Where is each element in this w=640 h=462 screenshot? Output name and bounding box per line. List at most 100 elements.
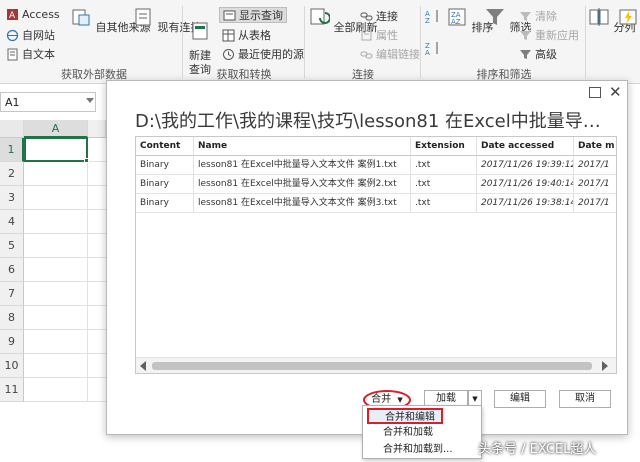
cancel-button[interactable]: 取消 xyxy=(559,390,611,408)
column-header-date-accessed[interactable]: Date accessed xyxy=(477,137,574,156)
svg-text:Z: Z xyxy=(425,17,430,24)
show-queries-label: 显示查询 xyxy=(239,9,283,22)
row-header[interactable]: 10 xyxy=(0,354,24,378)
recent-sources-label: 最近使用的源 xyxy=(238,48,304,61)
row-header[interactable]: 4 xyxy=(0,210,24,234)
column-header-content[interactable]: Content xyxy=(136,137,194,156)
from-access-label: Access xyxy=(22,8,60,21)
table-cell-content[interactable]: Binary xyxy=(136,156,194,175)
clear-filter-button[interactable]: 清除 xyxy=(519,8,557,24)
connections-label: 连接 xyxy=(376,10,398,23)
filter-button[interactable]: 筛选 xyxy=(484,6,532,35)
filter-icon xyxy=(486,9,504,25)
other-sources-button[interactable]: 自其他来源 xyxy=(70,6,151,35)
other-sources-icon xyxy=(72,9,90,26)
edit-links-button[interactable]: 编辑链接 xyxy=(360,46,420,62)
table-icon xyxy=(222,29,235,41)
show-queries-icon xyxy=(223,10,236,20)
column-header-extension[interactable]: Extension xyxy=(411,137,477,156)
combine-label: 合并 xyxy=(371,394,392,405)
flash-fill-icon xyxy=(619,9,637,25)
svg-text:A: A xyxy=(9,11,16,21)
table-cell-name[interactable]: lesson81 在Excel中批量导入文本文件 案例3.txt xyxy=(194,194,411,213)
column-header-name[interactable]: Name xyxy=(194,137,411,156)
menu-item-label: 合并和编辑 xyxy=(385,412,435,423)
selected-cell-a1[interactable] xyxy=(24,137,88,162)
row-header[interactable]: 8 xyxy=(0,306,24,330)
table-cell-date-modified[interactable]: 2017/1 xyxy=(574,175,616,194)
table-cell-extension[interactable]: .txt xyxy=(411,175,477,194)
sort-button[interactable]: ZA AZ 排序 xyxy=(446,6,494,35)
clear-filter-label: 清除 xyxy=(535,10,557,23)
table-cell-content[interactable]: Binary xyxy=(136,194,194,213)
show-queries-button[interactable]: 显示查询 xyxy=(219,7,287,23)
recent-sources-icon xyxy=(223,48,234,60)
ribbon: A Access 自网站 自文本 自其他来源 现有连接 获取外部数据 新建 查询… xyxy=(0,0,640,84)
properties-button[interactable]: 属性 xyxy=(360,27,398,43)
row-header[interactable]: 11 xyxy=(0,378,24,402)
sort-ascending-button[interactable]: AZ xyxy=(425,8,441,24)
refresh-all-button[interactable]: 全部刷新 xyxy=(308,6,378,35)
row-header[interactable]: 1 xyxy=(0,138,24,162)
fill-handle[interactable] xyxy=(84,158,89,163)
reapply-button[interactable]: 重新应用 xyxy=(519,27,579,43)
column-header-date-modified[interactable]: Date m xyxy=(574,137,616,156)
row-header[interactable]: 2 xyxy=(0,162,24,186)
scroll-right-icon[interactable] xyxy=(602,361,608,371)
existing-connections-button[interactable]: 现有连接 xyxy=(132,6,202,35)
row-header[interactable]: 7 xyxy=(0,282,24,306)
table-cell-date-accessed[interactable]: 2017/11/26 19:39:12 xyxy=(477,156,574,175)
watermark: 头条号 / EXCEL超人 xyxy=(478,442,597,457)
table-cell-date-accessed[interactable]: 2017/11/26 19:40:14 xyxy=(477,175,574,194)
sort-descending-button[interactable]: ZA xyxy=(425,40,441,56)
column-header[interactable] xyxy=(88,120,106,138)
row-header[interactable]: 9 xyxy=(0,330,24,354)
advanced-filter-icon xyxy=(520,49,531,59)
column-header-a[interactable]: A xyxy=(24,120,88,138)
svg-text:A: A xyxy=(425,49,430,56)
select-all-corner[interactable] xyxy=(0,120,24,138)
advanced-filter-button[interactable]: 高级 xyxy=(519,46,557,62)
text-file-icon xyxy=(7,48,18,60)
table-cell-extension[interactable]: .txt xyxy=(411,194,477,213)
connections-button[interactable]: 连接 xyxy=(360,8,398,24)
from-text-button[interactable]: 自文本 xyxy=(6,46,55,62)
from-access-button[interactable]: A Access xyxy=(6,8,60,21)
table-cell-content[interactable]: Binary xyxy=(136,175,194,194)
sort-az-icon: AZ xyxy=(425,10,438,24)
menu-item-combine-load[interactable]: 合并和加载 xyxy=(363,425,481,441)
table-cell-name[interactable]: lesson81 在Excel中批量导入文本文件 案例2.txt xyxy=(194,175,411,194)
row-header[interactable]: 6 xyxy=(0,258,24,282)
scrollbar-thumb[interactable] xyxy=(152,362,592,370)
close-icon[interactable]: ✕ xyxy=(609,83,622,101)
table-cell-name[interactable]: lesson81 在Excel中批量导入文本文件 案例1.txt xyxy=(194,156,411,175)
text-to-columns-button[interactable]: 分列 xyxy=(588,6,636,35)
table-cell-date-modified[interactable]: 2017/1 xyxy=(574,156,616,175)
name-box-dropdown-icon[interactable] xyxy=(86,98,94,103)
flash-fill-button[interactable]: 快速 xyxy=(617,6,640,35)
web-icon xyxy=(6,29,19,41)
edit-button[interactable]: 编辑 xyxy=(494,390,546,408)
menu-item-combine-edit[interactable]: 合并和编辑 xyxy=(367,408,443,424)
horizontal-scrollbar[interactable] xyxy=(136,357,616,373)
maximize-icon[interactable] xyxy=(589,87,601,98)
row-header[interactable]: 5 xyxy=(0,234,24,258)
from-table-button[interactable]: 从表格 xyxy=(222,27,271,43)
dropdown-arrow-icon: ▼ xyxy=(472,395,478,403)
group-separator xyxy=(304,6,305,78)
table-cell-extension[interactable]: .txt xyxy=(411,156,477,175)
cell-grid[interactable] xyxy=(24,138,106,402)
table-cell-date-accessed[interactable]: 2017/11/26 19:38:14 xyxy=(477,194,574,213)
scroll-left-icon[interactable] xyxy=(140,361,146,371)
recent-sources-button[interactable]: 最近使用的源 xyxy=(222,46,304,62)
row-header[interactable]: 3 xyxy=(0,186,24,210)
group-separator xyxy=(182,6,183,78)
from-web-button[interactable]: 自网站 xyxy=(6,27,55,43)
edit-links-icon xyxy=(360,51,373,58)
name-box[interactable]: A1 xyxy=(0,92,96,112)
from-text-label: 自文本 xyxy=(22,48,55,61)
properties-icon xyxy=(361,30,372,40)
menu-item-combine-load-to[interactable]: 合并和加载到... xyxy=(363,442,481,458)
table-cell-date-modified[interactable]: 2017/1 xyxy=(574,194,616,213)
from-table-label: 从表格 xyxy=(238,29,271,42)
